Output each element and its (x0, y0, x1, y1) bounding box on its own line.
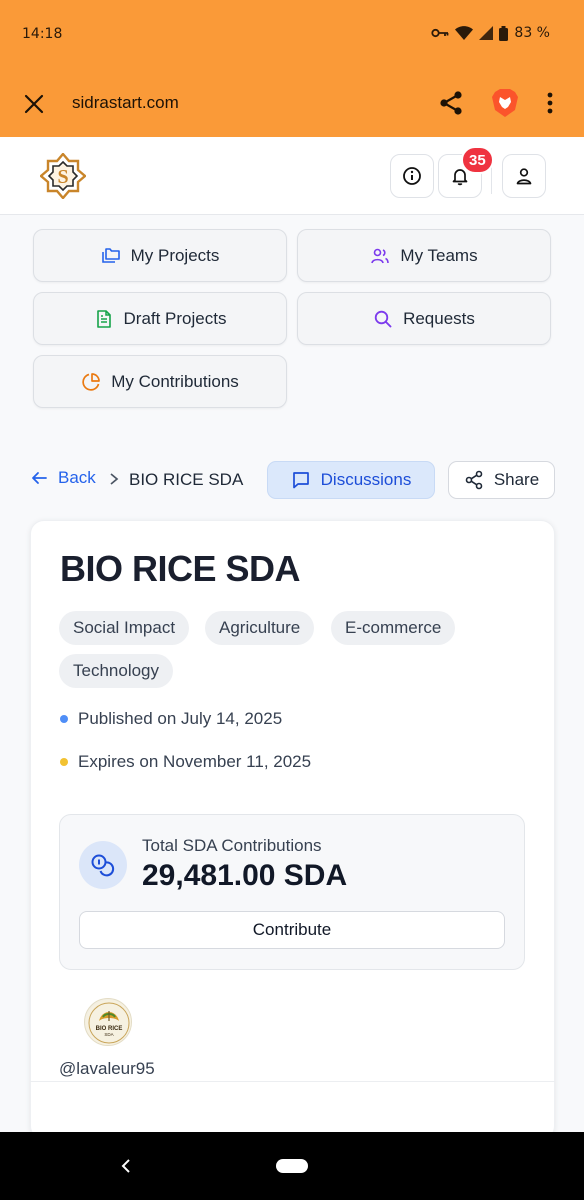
my-projects-label: My Projects (130, 245, 220, 265)
share-label: Share (493, 470, 540, 489)
browser-url[interactable]: sidrastart.com (72, 93, 179, 113)
published-date: Published on July 14, 2025 (60, 709, 282, 729)
back-link[interactable]: Back (30, 468, 96, 488)
svg-text:S: S (57, 166, 68, 188)
back-label: Back (58, 468, 96, 487)
profile-button[interactable] (502, 154, 546, 198)
system-home-pill[interactable] (276, 1159, 308, 1173)
sidrastart-logo[interactable]: S (40, 153, 86, 199)
close-icon[interactable] (22, 92, 46, 116)
expiry-date: Expires on November 11, 2025 (60, 752, 311, 772)
card-divider (30, 1081, 555, 1082)
tag: Agriculture (205, 611, 315, 645)
battery-icon (499, 25, 509, 41)
share-icon[interactable] (438, 90, 464, 116)
notification-badge: 35 (461, 146, 494, 174)
project-title: BIO RICE SDA (60, 548, 301, 589)
arrow-left-icon (32, 472, 47, 484)
discussions-button[interactable]: Discussions (267, 461, 435, 499)
my-contributions-button[interactable]: My Contributions (33, 355, 287, 408)
draft-projects-label: Draft Projects (123, 308, 227, 328)
my-projects-button[interactable]: My Projects (33, 229, 287, 282)
status-time: 14:18 (22, 26, 63, 42)
expires-text: Expires on November 11, 2025 (78, 752, 312, 771)
owner-username[interactable]: @lavaleur95 (59, 1059, 155, 1079)
svg-text:SDA: SDA (104, 1032, 113, 1037)
folders-icon (101, 247, 120, 263)
file-text-icon (96, 309, 111, 328)
info-icon (403, 167, 421, 185)
expires-dot (60, 758, 68, 766)
system-navigation-bar (0, 1132, 584, 1200)
discussions-label: Discussions (320, 470, 412, 489)
more-vertical-icon[interactable] (541, 91, 559, 115)
tag: Technology (59, 654, 174, 688)
share-icon (465, 470, 483, 490)
draft-projects-button[interactable]: Draft Projects (33, 292, 287, 345)
tag: Social Impact (59, 611, 190, 645)
pie-chart-icon (82, 372, 101, 391)
coins-icon (79, 841, 127, 889)
avatar[interactable]: BIO RICE SDA (84, 998, 132, 1046)
my-contributions-label: My Contributions (111, 371, 239, 391)
status-bar: 14:18 83 % (0, 0, 584, 70)
wifi-icon (455, 26, 474, 40)
message-square-icon (292, 472, 309, 489)
breadcrumb-current: BIO RICE SDA (129, 470, 244, 489)
contributions-label: Total SDA Contributions (142, 836, 322, 855)
system-back-icon[interactable] (119, 1158, 133, 1174)
search-icon (374, 310, 392, 327)
info-button[interactable] (390, 154, 434, 198)
share-button[interactable]: Share (448, 461, 555, 499)
published-text: Published on July 14, 2025 (78, 709, 283, 728)
chevron-right-icon (110, 473, 119, 485)
status-icons: 83 % (431, 25, 550, 41)
contributions-value: 29,481.00 SDA (142, 859, 348, 892)
brave-lion-icon[interactable] (491, 88, 519, 118)
signal-icon (479, 26, 494, 40)
key-icon (431, 28, 449, 38)
battery-level: 83 % (514, 25, 550, 41)
app-header: S (0, 137, 584, 215)
requests-label: Requests (403, 308, 475, 328)
requests-button[interactable]: Requests (297, 292, 551, 345)
my-teams-button[interactable]: My Teams (297, 229, 551, 282)
users-icon (371, 248, 390, 263)
my-teams-label: My Teams (400, 245, 478, 265)
contribute-button[interactable]: Contribute (79, 911, 505, 949)
tag: E-commerce (331, 611, 456, 645)
browser-toolbar: sidrastart.com (0, 70, 584, 137)
user-icon (516, 168, 532, 185)
published-dot (60, 715, 68, 723)
